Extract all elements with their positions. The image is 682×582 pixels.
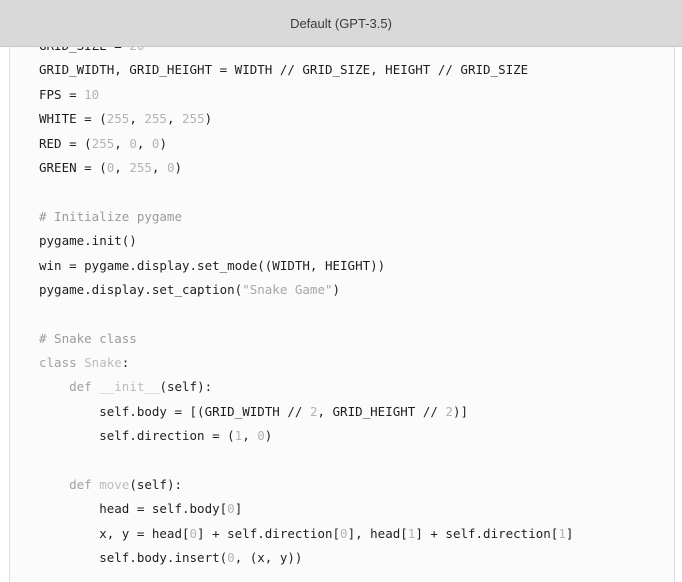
code-line: def __init__(self): [39, 375, 573, 399]
code-line: pygame.init() [39, 229, 573, 253]
code-token: (self): [129, 477, 183, 493]
model-name-label[interactable]: Default (GPT-3.5) [290, 16, 392, 31]
code-line: # Snake class [39, 327, 573, 351]
code-line: WHITE = (255, 255, 255) [39, 107, 573, 131]
code-line: self.body = [(GRID_WIDTH // 2, GRID_HEIG… [39, 400, 573, 424]
code-token: WHITE = ( [39, 111, 107, 127]
code-token: , [151, 159, 167, 175]
code-token: def [69, 379, 100, 395]
code-token: 0 [227, 501, 235, 517]
model-header: Default (GPT-3.5) [0, 0, 682, 47]
code-token: , GRID_HEIGHT // [317, 403, 446, 419]
code-token: 255 [106, 111, 130, 127]
code-line: class Snake: [39, 351, 573, 375]
code-token: ) [332, 281, 341, 297]
code-token: 0 [227, 550, 235, 566]
code-token: def [69, 477, 100, 493]
code-token: win = pygame.display.set_mode((WIDTH, HE… [39, 257, 386, 273]
code-token: head = self.body[ [39, 501, 228, 517]
code-token: move [99, 477, 130, 493]
code-token: ] + self.direction[ [197, 525, 341, 541]
code-line: x, y = head[0] + self.direction[0], head… [39, 522, 573, 546]
code-token: 255 [91, 135, 115, 151]
code-token: ) [204, 111, 213, 127]
code-token: (self): [159, 379, 213, 395]
code-token: ) [159, 135, 167, 151]
code-line: pygame.display.set_caption("Snake Game") [39, 278, 573, 302]
code-line: win = pygame.display.set_mode((WIDTH, HE… [39, 254, 573, 278]
code-token: 0 [129, 135, 137, 151]
code-token: RED = ( [39, 135, 92, 151]
code-token: 1 [558, 525, 566, 541]
code-token: , (x, y)) [234, 550, 303, 566]
code-token: # Snake class [39, 330, 137, 346]
code-token: 0 [189, 525, 198, 541]
code-line: self.direction = (1, 0) [39, 424, 573, 448]
code-token: 0 [340, 525, 348, 541]
code-token: , [129, 111, 145, 127]
code-token: ] [565, 525, 574, 541]
code-token: )] [452, 403, 468, 419]
code-content: GRID_SIZE = 20GRID_WIDTH, GRID_HEIGHT = … [39, 46, 573, 571]
code-line: # Initialize pygame [39, 205, 573, 229]
code-token: self.body.insert( [39, 550, 228, 566]
code-token: , [166, 111, 183, 127]
code-token: ) [264, 428, 273, 444]
code-token: : [121, 355, 130, 371]
code-token: 20 [129, 46, 144, 53]
code-token: self.direction = ( [39, 428, 235, 444]
code-token: pygame.init() [39, 233, 137, 249]
code-token: , [114, 135, 130, 151]
code-token: GRID_WIDTH, GRID_HEIGHT = WIDTH // GRID_… [39, 62, 529, 78]
code-token: 255 [129, 159, 152, 175]
code-token: ] [234, 501, 243, 517]
code-token: GREEN = ( [39, 159, 107, 175]
code-block: GRID_SIZE = 20GRID_WIDTH, GRID_HEIGHT = … [9, 46, 675, 582]
code-line: def move(self): [39, 473, 573, 497]
code-token: FPS = [39, 86, 85, 102]
code-line: head = self.body[0] [39, 497, 573, 521]
code-token: 255 [144, 111, 167, 127]
code-token: 10 [84, 86, 100, 102]
code-token: # Initialize pygame [39, 208, 182, 224]
code-token: "Snake Game" [242, 281, 333, 297]
code-token: class [39, 355, 85, 371]
code-line: GRID_SIZE = 20 [39, 46, 573, 58]
code-token: pygame.display.set_caption( [39, 281, 243, 297]
code-token: x, y = head[ [39, 525, 190, 541]
code-token: 0 [166, 159, 175, 175]
code-line: GRID_WIDTH, GRID_HEIGHT = WIDTH // GRID_… [39, 58, 573, 82]
code-token: 2 [445, 403, 453, 419]
code-token: __init__ [99, 379, 160, 395]
code-line: FPS = 10 [39, 83, 573, 107]
code-line: self.body.insert(0, (x, y)) [39, 546, 573, 570]
code-token: ], head[ [347, 525, 408, 541]
code-token: , [114, 159, 130, 175]
code-token: self.body = [(GRID_WIDTH // [39, 403, 310, 419]
code-token: 255 [182, 111, 205, 127]
code-token: Snake [84, 355, 122, 371]
code-token: , [136, 135, 152, 151]
code-token: ] + self.direction[ [415, 525, 559, 541]
code-line: RED = (255, 0, 0) [39, 132, 573, 156]
code-line: GREEN = (0, 255, 0) [39, 156, 573, 180]
code-token: , [242, 428, 258, 444]
code-token: GRID_SIZE = [39, 46, 129, 53]
chat-window: Default (GPT-3.5) GRID_SIZE = 20GRID_WID… [0, 0, 682, 582]
code-token: ) [174, 159, 183, 175]
code-token: 0 [257, 428, 265, 444]
